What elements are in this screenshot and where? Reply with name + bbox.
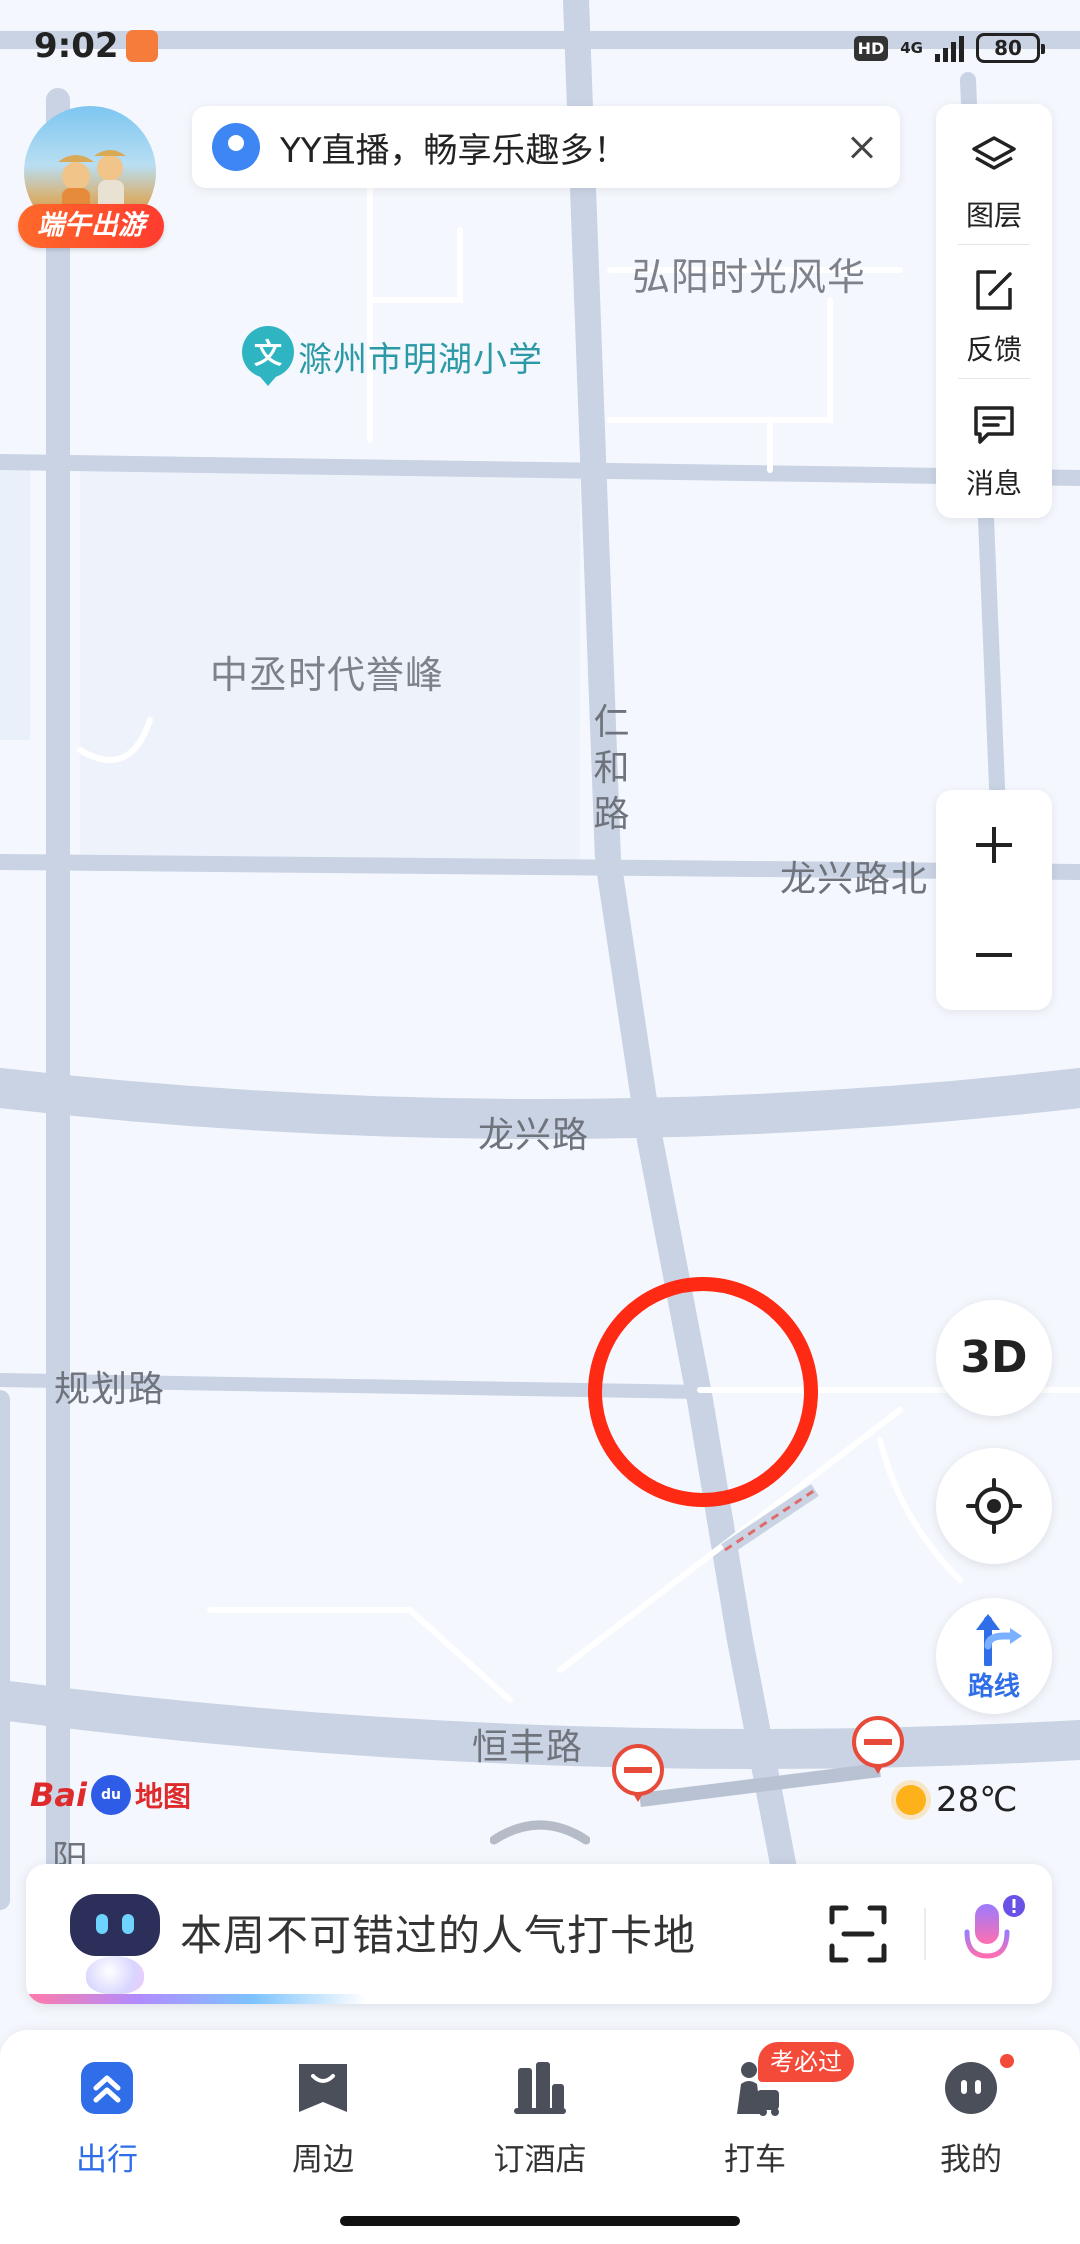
- nav-hotel[interactable]: 订酒店: [465, 2060, 615, 2190]
- notice-text: YY直播，畅享乐趣多！: [280, 130, 628, 171]
- hotel-icon: [514, 2062, 566, 2114]
- nav-travel-label: 出行: [76, 2142, 138, 2178]
- assistant-robot-icon[interactable]: [70, 1894, 160, 1994]
- nav-hotel-label: 订酒店: [493, 2142, 587, 2178]
- weather-temperature: 28℃: [936, 1780, 1018, 1820]
- weather-widget[interactable]: 28℃: [896, 1778, 1017, 1822]
- zoom-out-button[interactable]: [936, 900, 1052, 1010]
- road-label-longxing: 龙兴路: [478, 1115, 590, 1156]
- messages-button[interactable]: 消息: [936, 382, 1052, 514]
- search-divider: [924, 1908, 926, 1960]
- search-bar[interactable]: 本周不可错过的人气打卡地: [26, 1864, 1052, 2004]
- status-time: 9:02: [34, 26, 119, 66]
- nav-profile-label: 我的: [940, 2142, 1002, 2178]
- poi-badge-text: 文: [254, 337, 282, 370]
- messages-label: 消息: [965, 467, 1022, 500]
- road-label-hengfeng: 恒丰路: [472, 1727, 584, 1768]
- feedback-button[interactable]: 反馈: [936, 248, 1052, 380]
- feedback-label: 反馈: [965, 333, 1022, 366]
- nav-profile[interactable]: 我的: [896, 2060, 1046, 2190]
- logo-text: Bai: [30, 1776, 87, 1814]
- road-label-longxing-north: 龙兴路北: [780, 859, 929, 900]
- notice-banner[interactable]: YY直播，畅享乐趣多！: [192, 106, 900, 188]
- close-icon[interactable]: [824, 109, 900, 185]
- nearby-icon: [299, 2064, 347, 2112]
- locate-icon: [966, 1478, 1022, 1534]
- status-indicators: HD 4G 80: [853, 28, 1045, 68]
- dragon-boat-promo[interactable]: 端午出游: [18, 106, 164, 250]
- location-pin-icon: [212, 123, 260, 171]
- signal-icon: [935, 34, 964, 62]
- hd-badge: HD: [853, 35, 889, 61]
- layers-label: 图层: [965, 199, 1022, 232]
- bottom-navigation: 出行 周边 订酒店 打车 我的: [0, 2030, 1080, 2244]
- road-label-renhe: 仁和路: [593, 702, 631, 835]
- 3d-label: 3D: [960, 1332, 1028, 1383]
- map-tool-panel: 图层 反馈 消息: [936, 104, 1052, 518]
- search-glow: [26, 1994, 366, 2004]
- logo-map-text: 地图: [134, 1780, 191, 1813]
- paw-icon: du: [90, 1775, 131, 1815]
- sun-icon: [896, 1785, 926, 1815]
- route-arrow-icon: [976, 1614, 1022, 1666]
- baidu-map-logo: Bai du 地图: [30, 1770, 191, 1820]
- taobao-app-icon: [126, 30, 158, 62]
- profile-icon: [945, 2062, 997, 2114]
- route-label: 路线: [967, 1672, 1020, 1702]
- nav-nearby-label: 周边: [292, 2142, 354, 2178]
- chevron-up-icon[interactable]: [490, 1806, 590, 1846]
- layers-button[interactable]: 图层: [936, 114, 1052, 246]
- road-label-guihua: 规划路: [54, 1369, 166, 1410]
- network-type: 4G: [900, 39, 923, 57]
- locate-button[interactable]: [936, 1448, 1052, 1564]
- home-indicator[interactable]: [340, 2216, 740, 2226]
- map-label-minghu-school[interactable]: 滁州市明湖小学: [298, 332, 543, 381]
- edit-icon: [976, 270, 1012, 310]
- layers-icon: [972, 136, 1016, 170]
- nav-nearby[interactable]: 周边: [248, 2060, 398, 2190]
- route-button[interactable]: 路线: [936, 1598, 1052, 1714]
- nav-taxi-label: 打车: [724, 2142, 786, 2178]
- battery-icon: 80: [976, 33, 1045, 63]
- notification-dot: [1000, 2054, 1014, 2068]
- nav-travel[interactable]: 出行: [32, 2060, 182, 2190]
- travel-icon: [81, 2062, 133, 2114]
- status-bar: 9:02 HD 4G 80: [0, 0, 1080, 96]
- zoom-control: [936, 790, 1052, 1010]
- map-label-zhongcheng: 中丞时代誉峰: [210, 653, 445, 697]
- map-label-hongyang: 弘阳时光风华: [632, 255, 867, 299]
- message-icon: [974, 406, 1014, 444]
- zoom-in-button[interactable]: [936, 790, 1052, 900]
- scan-icon[interactable]: [826, 1902, 890, 1966]
- promo-label: 端午出游: [18, 204, 164, 248]
- 3d-button[interactable]: 3D: [936, 1300, 1052, 1416]
- taxi-promo-badge: 考必过: [758, 2042, 854, 2082]
- mic-icon[interactable]: [958, 1894, 1028, 1974]
- search-input[interactable]: 本周不可错过的人气打卡地: [180, 1902, 696, 1963]
